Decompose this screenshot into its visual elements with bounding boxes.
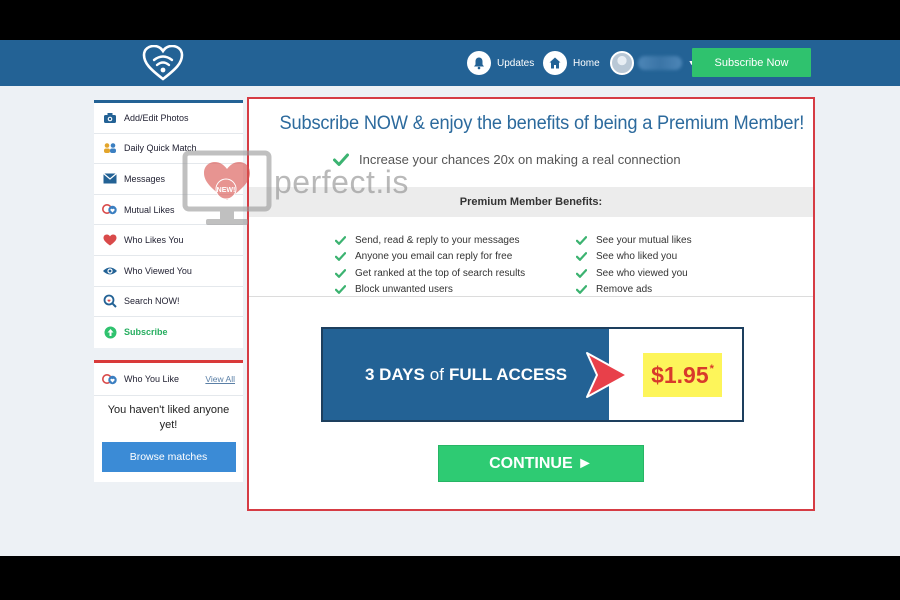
mutual-likes-icon [102, 373, 118, 386]
avatar [610, 51, 634, 75]
sidebar-item-label: Daily Quick Match [124, 143, 197, 154]
sidebar-item-label: Mutual Likes [124, 204, 175, 215]
arrow-right-icon [586, 352, 628, 398]
username-blurred [638, 56, 682, 70]
sidebar-item-who-likes-you[interactable]: Who Likes You [94, 225, 243, 256]
page: Updates Home ▼ Subscribe Now Add/Edit Ph… [0, 40, 900, 556]
offer-days: 3 DAYS [364, 364, 425, 384]
camera-icon [102, 111, 118, 125]
benefit-label: Get ranked at the top of search results [355, 267, 526, 279]
offer-description: 3 DAYS of FULL ACCESS [323, 329, 609, 420]
price-asterisk: * [709, 363, 714, 375]
benefits-list-right: See your mutual likes See who liked you … [576, 232, 692, 298]
envelope-icon [102, 172, 118, 186]
nav-updates-label: Updates [497, 57, 535, 69]
offer-of: of [429, 364, 444, 384]
who-you-like-panel: Who You Like View All You haven't liked … [94, 360, 243, 482]
offer-card[interactable]: 3 DAYS of FULL ACCESS $1.95 * [321, 327, 744, 422]
sidebar-item-messages[interactable]: Messages [94, 164, 243, 195]
who-you-like-title: Who You Like [124, 374, 180, 384]
price-tag: $1.95 * [643, 353, 722, 397]
sidebar-item-label: Who Likes You [124, 235, 184, 246]
benefit-label: Block unwanted users [355, 284, 453, 296]
search-icon [102, 294, 118, 309]
benefit-label: See who viewed you [596, 267, 688, 279]
subscribe-now-button[interactable]: Subscribe Now [692, 48, 811, 77]
sidebar-nav: Add/Edit Photos Daily Quick Match Messag… [94, 100, 243, 348]
sidebar-item-add-edit-photos[interactable]: Add/Edit Photos [94, 103, 243, 134]
sidebar-item-search-now[interactable]: Search NOW! [94, 287, 243, 318]
top-header: Updates Home ▼ Subscribe Now [0, 40, 900, 86]
benefits-title: Premium Member Benefits: [249, 187, 813, 217]
price-value: $1.95 [651, 361, 709, 388]
checkmark-icon [333, 153, 349, 166]
mutual-likes-icon [102, 203, 118, 217]
divider [249, 296, 813, 297]
benefits-list-left: Send, read & reply to your messages Anyo… [335, 232, 525, 298]
page-title: Subscribe NOW & enjoy the benefits of be… [279, 113, 805, 134]
nav-home[interactable]: Home [543, 50, 600, 76]
profile-menu[interactable]: ▼ [610, 50, 695, 76]
benefit-label: See who liked you [596, 251, 678, 263]
benefit-item: Send, read & reply to your messages [335, 232, 525, 249]
benefit-item: Anyone you email can reply for free [335, 249, 525, 266]
offer-access: FULL ACCESS [448, 364, 568, 384]
eye-icon [102, 264, 118, 278]
tagline: Increase your chances 20x on making a re… [333, 152, 753, 167]
checkmark-icon [335, 252, 346, 262]
tagline-text: Increase your chances 20x on making a re… [359, 152, 681, 167]
browse-matches-button[interactable]: Browse matches [101, 442, 236, 472]
benefit-item: Get ranked at the top of search results [335, 265, 525, 282]
benefit-label: Send, read & reply to your messages [355, 234, 520, 246]
sidebar-item-label: Messages [124, 173, 166, 184]
sidebar-item-label: Subscribe [124, 327, 168, 338]
benefit-label: See your mutual likes [596, 234, 692, 246]
benefit-item: See who viewed you [576, 265, 692, 282]
checkmark-icon [576, 285, 587, 295]
checkmark-icon [576, 268, 587, 278]
checkmark-icon [335, 235, 346, 245]
people-icon [102, 141, 118, 155]
benefit-label: Remove ads [596, 284, 653, 296]
home-icon [543, 51, 567, 75]
checkmark-icon [335, 268, 346, 278]
site-logo-icon[interactable] [142, 45, 184, 81]
subscription-panel: Subscribe NOW & enjoy the benefits of be… [247, 97, 815, 511]
sidebar-item-daily-quick-match[interactable]: Daily Quick Match [94, 134, 243, 165]
checkmark-icon [576, 252, 587, 262]
benefit-label: Anyone you email can reply for free [355, 251, 513, 263]
checkmark-icon [576, 235, 587, 245]
empty-likes-message: You haven't liked anyone yet! [107, 404, 230, 431]
sidebar-item-label: Search NOW! [124, 296, 180, 307]
sidebar-item-mutual-likes[interactable]: Mutual Likes [94, 195, 243, 226]
heart-icon [102, 233, 118, 247]
nav-updates[interactable]: Updates [467, 50, 534, 76]
continue-button[interactable]: CONTINUE ► [438, 445, 644, 482]
sidebar-item-who-viewed-you[interactable]: Who Viewed You [94, 256, 243, 287]
bell-icon [467, 51, 491, 75]
arrow-up-icon [102, 325, 118, 339]
benefit-item: See who liked you [576, 249, 692, 266]
nav-home-label: Home [573, 57, 600, 69]
sidebar-item-label: Add/Edit Photos [124, 112, 189, 123]
who-you-like-header: Who You Like View All [94, 363, 243, 396]
sidebar-item-subscribe[interactable]: Subscribe [94, 317, 243, 348]
sidebar-item-label: Who Viewed You [124, 265, 192, 276]
checkmark-icon [335, 285, 346, 295]
benefit-item: See your mutual likes [576, 232, 692, 249]
view-all-link[interactable]: View All [205, 374, 235, 384]
